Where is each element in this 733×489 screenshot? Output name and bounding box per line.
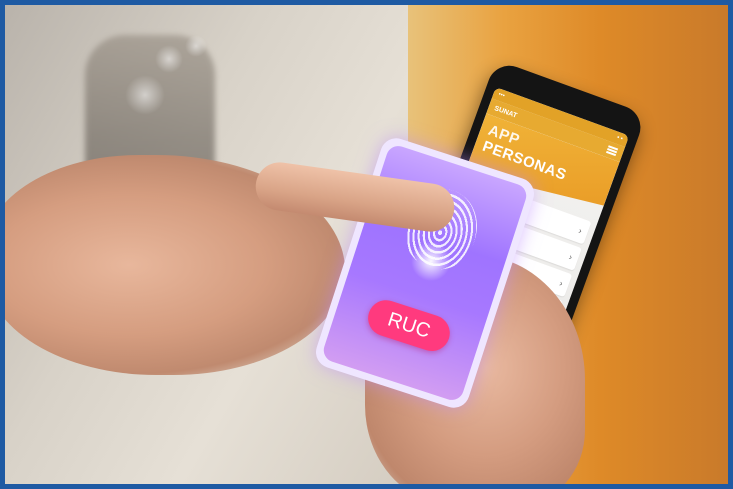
bokeh-light bbox=[155, 45, 183, 73]
chevron-right-icon: › bbox=[567, 251, 574, 263]
photo-frame: ••• ▪ ▪ SUNAT APP PERSONAS › › › › › RUC bbox=[0, 0, 733, 489]
bokeh-light bbox=[185, 35, 207, 57]
menu-icon[interactable] bbox=[606, 145, 619, 157]
sunat-logo: SUNAT bbox=[493, 104, 518, 120]
ruc-button[interactable]: RUC bbox=[363, 295, 455, 356]
chevron-right-icon: › bbox=[577, 225, 584, 236]
status-left-icons: ••• bbox=[497, 91, 506, 100]
status-right-icons: ▪ ▪ bbox=[615, 134, 624, 143]
chevron-right-icon: › bbox=[558, 278, 565, 289]
bokeh-light bbox=[125, 75, 165, 115]
